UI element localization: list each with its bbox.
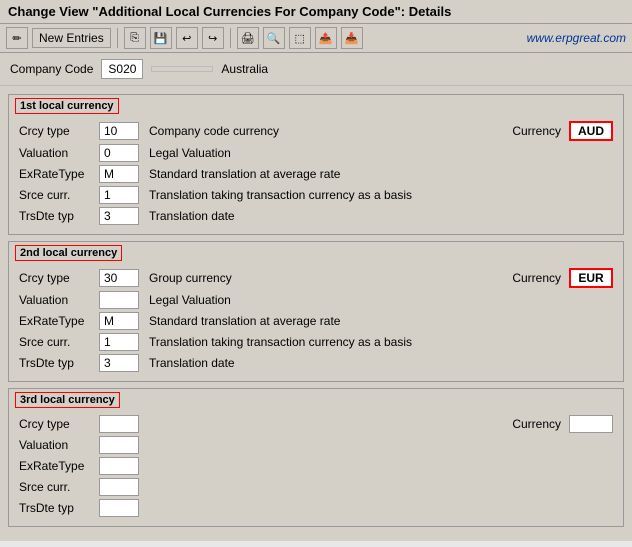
field-label-1st-3: Srce curr. xyxy=(19,188,99,202)
company-label: Company Code xyxy=(10,62,93,76)
section-body-3rd: Crcy type Currency Valuation ExRateType Srce… xyxy=(9,411,623,526)
field-input-3rd-2[interactable] xyxy=(99,457,139,475)
field-desc-2nd-2: Standard translation at average rate xyxy=(149,314,613,328)
field-input-2nd-1[interactable] xyxy=(99,291,139,309)
field-input-2nd-4[interactable] xyxy=(99,354,139,372)
field-row-2nd-1: Valuation Legal Valuation xyxy=(19,291,613,309)
toolbar-separator-2 xyxy=(230,28,231,48)
section-body-2nd: Crcy type Group currencyCurrency Valuation… xyxy=(9,264,623,381)
section-title-3rd: 3rd local currency xyxy=(15,392,120,408)
field-desc-2nd-0: Group currency xyxy=(149,271,512,285)
field-label-1st-4: TrsDte typ xyxy=(19,209,99,223)
export1-icon-btn[interactable]: 📤 xyxy=(315,27,337,49)
field-input-2nd-0[interactable] xyxy=(99,269,139,287)
field-row-1st-4: TrsDte typ Translation date xyxy=(19,207,613,225)
export2-icon-btn[interactable]: 📥 xyxy=(341,27,363,49)
field-label-3rd-0: Crcy type xyxy=(19,417,99,431)
new-entries-label: New Entries xyxy=(39,31,104,45)
page-title: Change View "Additional Local Currencies… xyxy=(8,4,451,19)
field-row-2nd-2: ExRateType Standard translation at averag… xyxy=(19,312,613,330)
field-desc-2nd-4: Translation date xyxy=(149,356,613,370)
section-1st: 1st local currency Crcy type Company code … xyxy=(8,94,624,235)
field-label-2nd-1: Valuation xyxy=(19,293,99,307)
copy-icon-btn[interactable]: ⎘ xyxy=(124,27,146,49)
currency-input-3rd-0[interactable] xyxy=(569,415,613,433)
find-next-icon-btn[interactable]: ⬚ xyxy=(289,27,311,49)
save-icon-btn[interactable]: 💾 xyxy=(150,27,172,49)
field-row-3rd-4: TrsDte typ xyxy=(19,499,613,517)
field-label-3rd-4: TrsDte typ xyxy=(19,501,99,515)
currency-label-3rd-0: Currency xyxy=(512,417,561,431)
currency-input-1st-0[interactable] xyxy=(569,121,613,141)
field-label-1st-2: ExRateType xyxy=(19,167,99,181)
field-label-1st-1: Valuation xyxy=(19,146,99,160)
field-input-3rd-3[interactable] xyxy=(99,478,139,496)
company-name-box xyxy=(151,66,213,72)
field-input-1st-0[interactable] xyxy=(99,122,139,140)
field-row-2nd-4: TrsDte typ Translation date xyxy=(19,354,613,372)
field-input-2nd-3[interactable] xyxy=(99,333,139,351)
field-label-2nd-4: TrsDte typ xyxy=(19,356,99,370)
field-row-2nd-3: Srce curr. Translation taking transaction… xyxy=(19,333,613,351)
field-input-2nd-2[interactable] xyxy=(99,312,139,330)
field-desc-1st-4: Translation date xyxy=(149,209,613,223)
field-input-3rd-0[interactable] xyxy=(99,415,139,433)
field-row-1st-0: Crcy type Company code currencyCurrency xyxy=(19,121,613,141)
new-entries-button[interactable]: New Entries xyxy=(32,28,111,48)
currency-label-2nd-0: Currency xyxy=(512,271,561,285)
section-title-2nd: 2nd local currency xyxy=(15,245,122,261)
currency-input-2nd-0[interactable] xyxy=(569,268,613,288)
company-fullname: Australia xyxy=(221,62,268,76)
section-header-1st: 1st local currency xyxy=(9,95,623,117)
field-label-3rd-2: ExRateType xyxy=(19,459,99,473)
field-label-2nd-3: Srce curr. xyxy=(19,335,99,349)
section-header-2nd: 2nd local currency xyxy=(9,242,623,264)
field-desc-1st-2: Standard translation at average rate xyxy=(149,167,613,181)
branding: www.erpgreat.com xyxy=(527,31,626,45)
print-icon-btn[interactable]: 🖨 xyxy=(237,27,259,49)
title-bar: Change View "Additional Local Currencies… xyxy=(0,0,632,24)
section-2nd: 2nd local currency Crcy type Group currenc… xyxy=(8,241,624,382)
field-input-1st-4[interactable] xyxy=(99,207,139,225)
main-content: 1st local currency Crcy type Company code … xyxy=(0,86,632,541)
toolbar: ✏ New Entries ⎘ 💾 ↩ ↪ 🖨 🔍 ⬚ 📤 📥 www.erpg… xyxy=(0,24,632,53)
field-input-3rd-4[interactable] xyxy=(99,499,139,517)
field-input-1st-3[interactable] xyxy=(99,186,139,204)
toolbar-separator-1 xyxy=(117,28,118,48)
field-input-3rd-1[interactable] xyxy=(99,436,139,454)
field-row-3rd-2: ExRateType xyxy=(19,457,613,475)
field-row-2nd-0: Crcy type Group currencyCurrency xyxy=(19,268,613,288)
field-input-1st-2[interactable] xyxy=(99,165,139,183)
field-desc-2nd-3: Translation taking transaction currency … xyxy=(149,335,613,349)
company-code-box: S020 xyxy=(101,59,143,79)
field-row-3rd-0: Crcy type Currency xyxy=(19,415,613,433)
section-header-3rd: 3rd local currency xyxy=(9,389,623,411)
undo-icon-btn[interactable]: ↩ xyxy=(176,27,198,49)
field-label-1st-0: Crcy type xyxy=(19,124,99,138)
field-row-1st-3: Srce curr. Translation taking transaction… xyxy=(19,186,613,204)
field-row-1st-1: Valuation Legal Valuation xyxy=(19,144,613,162)
field-label-2nd-2: ExRateType xyxy=(19,314,99,328)
section-title-1st: 1st local currency xyxy=(15,98,119,114)
section-body-1st: Crcy type Company code currencyCurrency Va… xyxy=(9,117,623,234)
currency-label-1st-0: Currency xyxy=(512,124,561,138)
field-row-3rd-3: Srce curr. xyxy=(19,478,613,496)
field-label-3rd-3: Srce curr. xyxy=(19,480,99,494)
field-input-1st-1[interactable] xyxy=(99,144,139,162)
field-desc-2nd-1: Legal Valuation xyxy=(149,293,613,307)
company-row: Company Code S020 Australia xyxy=(0,53,632,86)
edit-icon-btn[interactable]: ✏ xyxy=(6,27,28,49)
redo-icon-btn[interactable]: ↪ xyxy=(202,27,224,49)
field-row-1st-2: ExRateType Standard translation at averag… xyxy=(19,165,613,183)
field-desc-1st-3: Translation taking transaction currency … xyxy=(149,188,613,202)
field-label-2nd-0: Crcy type xyxy=(19,271,99,285)
section-3rd: 3rd local currency Crcy type Currency Valua… xyxy=(8,388,624,527)
find-icon-btn[interactable]: 🔍 xyxy=(263,27,285,49)
field-label-3rd-1: Valuation xyxy=(19,438,99,452)
field-row-3rd-1: Valuation xyxy=(19,436,613,454)
field-desc-1st-1: Legal Valuation xyxy=(149,146,613,160)
field-desc-1st-0: Company code currency xyxy=(149,124,512,138)
